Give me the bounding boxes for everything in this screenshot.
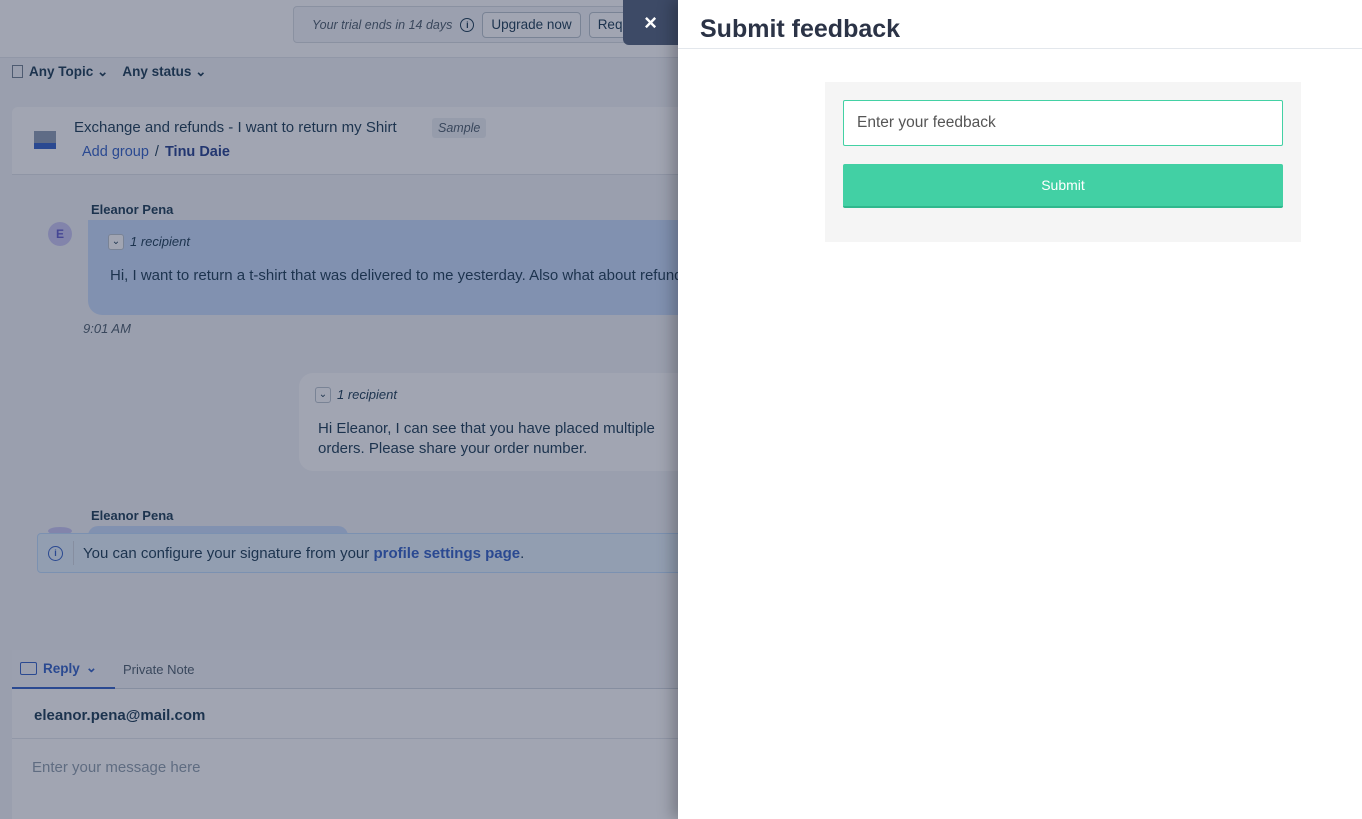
divider xyxy=(678,48,1362,49)
modal-backdrop[interactable] xyxy=(0,0,678,819)
panel-title: Submit feedback xyxy=(700,15,901,43)
close-button[interactable]: × xyxy=(623,0,678,45)
submit-button[interactable]: Submit xyxy=(843,164,1283,208)
feedback-panel: Submit feedback Submit xyxy=(678,0,1362,819)
feedback-input[interactable] xyxy=(843,100,1283,146)
feedback-form: Submit xyxy=(825,82,1301,242)
